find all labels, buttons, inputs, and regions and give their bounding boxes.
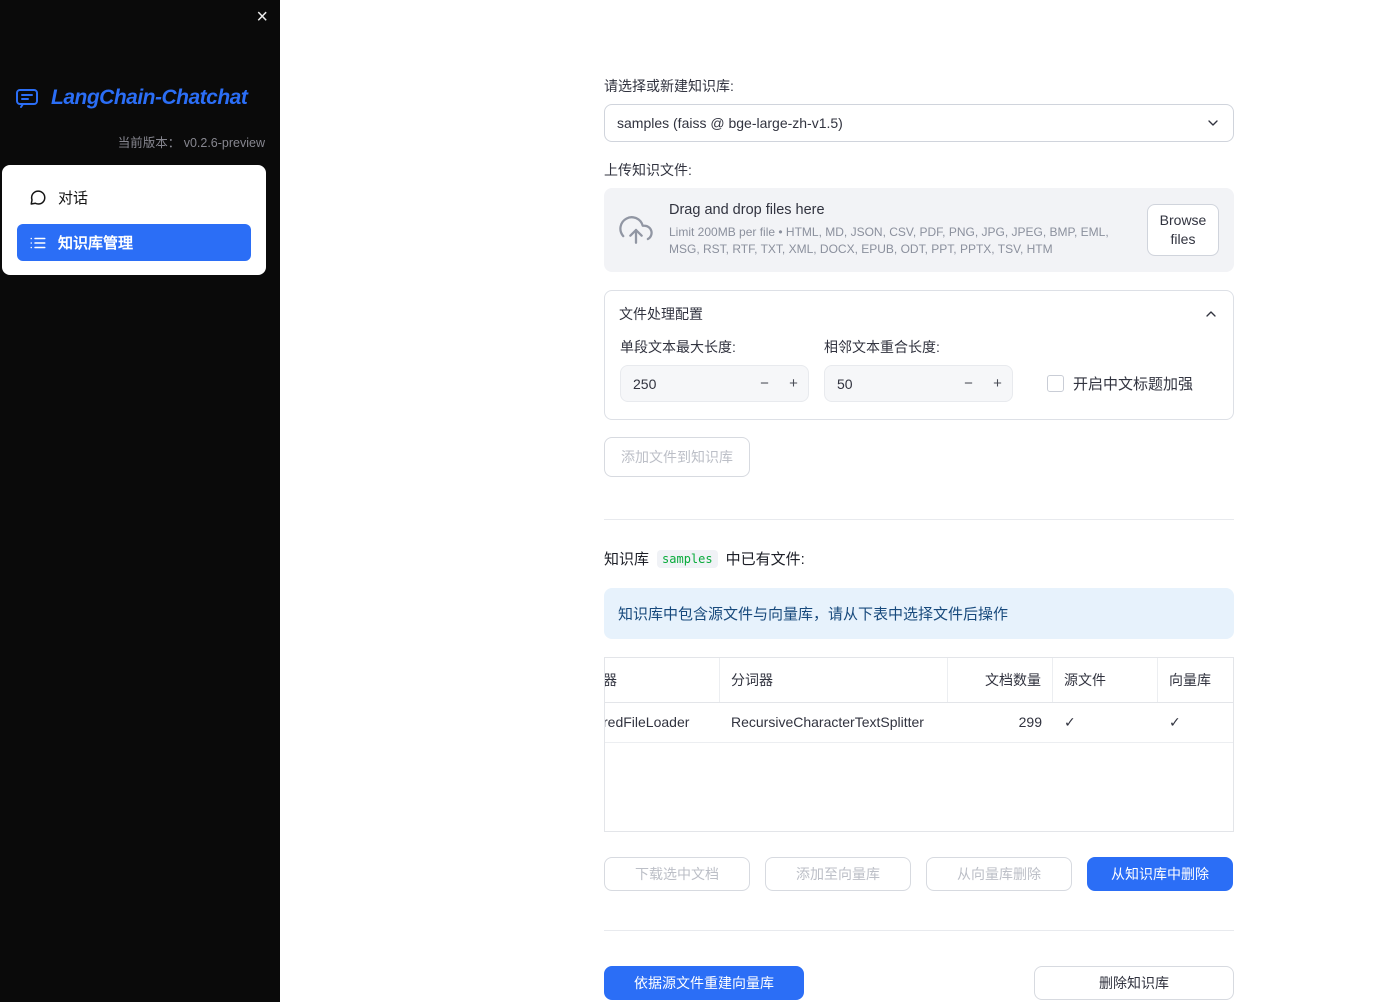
main-panel: 请选择或新建知识库: samples (faiss @ bge-large-zh… — [280, 0, 1380, 1002]
dropzone-limits: Limit 200MB per file • HTML, MD, JSON, C… — [669, 225, 1109, 256]
content-column: 请选择或新建知识库: samples (faiss @ bge-large-zh… — [604, 0, 1234, 1000]
overlap-length-value[interactable]: 50 — [825, 376, 954, 392]
existing-files-heading: 知识库 samples 中已有文件: — [604, 548, 1234, 569]
file-dropzone[interactable]: Drag and drop files here Limit 200MB per… — [604, 188, 1234, 272]
file-config-header[interactable]: 文件处理配置 — [605, 291, 1233, 337]
minus-button[interactable]: − — [750, 375, 779, 392]
files-table[interactable]: 器 分词器 文档数量 源文件 向量库 redFileLoader Recursi… — [604, 657, 1234, 832]
column-header-splitter[interactable]: 分词器 — [720, 658, 948, 702]
title-enhance-group: 开启中文标题加强 — [1047, 365, 1193, 402]
column-header-loader[interactable]: 器 — [605, 658, 720, 702]
cell-doc-count: 299 — [1018, 714, 1042, 730]
max-length-label: 单段文本最大长度: — [620, 339, 736, 355]
max-length-stepper[interactable]: 250 − + — [620, 365, 809, 402]
app-title: LangChain-Chatchat — [51, 86, 248, 109]
sidebar-item-label: 知识库管理 — [58, 235, 134, 252]
sidebar-item-label: 对话 — [58, 190, 89, 207]
upload-cloud-icon — [619, 213, 653, 247]
table-row[interactable]: redFileLoader RecursiveCharacterTextSpli… — [605, 703, 1233, 743]
chevron-down-icon — [1205, 115, 1221, 131]
sidebar-item-knowledge-base[interactable]: 知识库管理 — [17, 224, 251, 261]
kb-select-value: samples (faiss @ bge-large-zh-v1.5) — [617, 115, 843, 131]
row-actions: 下载选中文档 添加至向量库 从向量库删除 从知识库中删除 — [604, 857, 1234, 891]
column-header-vector-store[interactable]: 向量库 — [1158, 658, 1233, 702]
dropzone-title: Drag and drop files here — [669, 202, 825, 219]
dropzone-text: Drag and drop files here Limit 200MB per… — [669, 202, 1131, 258]
info-banner: 知识库中包含源文件与向量库，请从下表中选择文件后操作 — [604, 588, 1234, 639]
file-config-body: 单段文本最大长度: 250 − + 相邻文本重合长度: 50 − + 开启中文标… — [605, 337, 1233, 402]
cell-loader: redFileLoader — [605, 714, 690, 730]
delete-kb-button[interactable]: 删除知识库 — [1034, 966, 1234, 1000]
cell-splitter: RecursiveCharacterTextSplitter — [731, 714, 924, 730]
cell-source-file-check: ✓ — [1064, 714, 1076, 730]
rebuild-vector-store-button[interactable]: 依据源文件重建向量库 — [604, 966, 804, 1000]
sidebar-menu: 对话 知识库管理 — [2, 165, 266, 275]
kb-select-label: 请选择或新建知识库: — [604, 78, 734, 94]
max-length-value[interactable]: 250 — [621, 376, 750, 392]
knowledge-base-icon — [29, 234, 47, 252]
title-enhance-checkbox[interactable] — [1047, 375, 1064, 392]
plus-button[interactable]: + — [779, 375, 808, 392]
download-selected-button[interactable]: 下载选中文档 — [604, 857, 750, 891]
sidebar-close-button[interactable]: × — [256, 4, 268, 30]
divider — [604, 519, 1234, 520]
plus-button[interactable]: + — [983, 375, 1012, 392]
divider — [604, 930, 1234, 931]
app-logo: LangChain-Chatchat — [0, 86, 280, 110]
heading-prefix: 知识库 — [604, 551, 650, 568]
overlap-length-group: 相邻文本重合长度: 50 − + — [824, 337, 1013, 402]
kb-select[interactable]: samples (faiss @ bge-large-zh-v1.5) — [604, 104, 1234, 142]
sidebar-item-dialogue[interactable]: 对话 — [17, 179, 251, 216]
kb-name-code: samples — [657, 549, 718, 568]
table-header-row: 器 分词器 文档数量 源文件 向量库 — [605, 658, 1233, 703]
logo-chat-icon — [12, 86, 42, 110]
add-to-vector-store-button[interactable]: 添加至向量库 — [765, 857, 911, 891]
file-config-panel: 文件处理配置 单段文本最大长度: 250 − + 相邻文本重合长度: 50 − … — [604, 290, 1234, 420]
upload-label: 上传知识文件: — [604, 162, 692, 178]
sidebar: × LangChain-Chatchat 当前版本： v0.2.6-previe… — [0, 0, 280, 1002]
delete-from-kb-button[interactable]: 从知识库中删除 — [1087, 857, 1233, 891]
column-header-source-file[interactable]: 源文件 — [1053, 658, 1158, 702]
max-length-group: 单段文本最大长度: 250 − + — [620, 337, 809, 402]
minus-button[interactable]: − — [954, 375, 983, 392]
version-label: 当前版本： v0.2.6-preview — [117, 136, 265, 150]
bottom-actions: 依据源文件重建向量库 删除知识库 — [604, 966, 1234, 1000]
chevron-up-icon — [1203, 306, 1219, 322]
heading-suffix: 中已有文件: — [725, 551, 805, 568]
add-files-button[interactable]: 添加文件到知识库 — [604, 437, 750, 477]
file-config-title: 文件处理配置 — [619, 306, 703, 322]
chat-bubble-icon — [29, 189, 47, 207]
browse-files-button[interactable]: Browse files — [1147, 204, 1219, 256]
overlap-length-stepper[interactable]: 50 − + — [824, 365, 1013, 402]
overlap-length-label: 相邻文本重合长度: — [824, 339, 940, 355]
cell-vector-store-check: ✓ — [1169, 714, 1181, 730]
column-header-doc-count[interactable]: 文档数量 — [948, 658, 1053, 702]
title-enhance-label: 开启中文标题加强 — [1073, 376, 1194, 393]
delete-from-vector-store-button[interactable]: 从向量库删除 — [926, 857, 1072, 891]
